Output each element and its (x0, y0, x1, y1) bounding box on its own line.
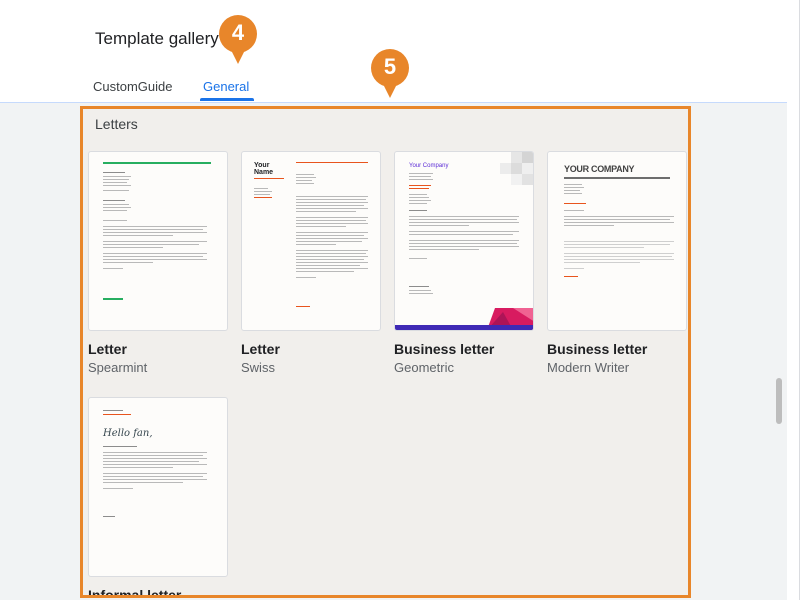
step-callout-5: 5 (369, 48, 411, 100)
template-card-geometric[interactable]: Your Company Business letter Geometric (394, 151, 534, 375)
tab-customguide[interactable]: CustomGuide (93, 72, 172, 102)
template-card-modern-writer[interactable]: YOUR COMPANY Business letter Modern Writ… (547, 151, 687, 375)
template-card-informal-letter[interactable]: Hello fan, Informal letter (88, 397, 228, 598)
geometric-footer-band (395, 308, 533, 330)
template-name: Informal letter (88, 587, 182, 598)
thumb-geometric-company: Your Company (409, 163, 449, 169)
template-thumbnail[interactable]: Your Name (241, 151, 381, 331)
thumb-modern-company: YOUR COMPANY (564, 164, 635, 174)
scrollbar-thumb[interactable] (776, 378, 782, 424)
template-thumbnail[interactable]: YOUR COMPANY (547, 151, 687, 331)
template-name: Letter (88, 341, 127, 357)
template-subtitle: Geometric (394, 360, 454, 375)
template-subtitle: Spearmint (88, 360, 148, 375)
template-thumbnail[interactable]: Hello fan, (88, 397, 228, 577)
template-thumbnail[interactable]: Your Company (394, 151, 534, 331)
active-tab-indicator (200, 98, 254, 101)
template-name: Business letter (547, 341, 648, 357)
template-name: Business letter (394, 341, 495, 357)
template-subtitle: Swiss (241, 360, 275, 375)
template-thumbnail[interactable] (88, 151, 228, 331)
page-title: Template gallery (95, 29, 219, 48)
template-name: Letter (241, 341, 280, 357)
geometric-pattern-icon (500, 152, 533, 185)
thumb-swiss-name: Your Name (254, 162, 274, 176)
step-callout-4: 4 (217, 14, 259, 66)
template-subtitle: Modern Writer (547, 360, 630, 375)
template-gallery-window: Template gallery 4 5 CustomGuide General… (0, 0, 800, 600)
section-label-letters: Letters (95, 116, 138, 132)
template-card-spearmint[interactable]: Letter Spearmint (88, 151, 228, 375)
letters-section-highlight: Letters Letter Spearmint Your Name Lette… (80, 106, 691, 598)
thumb-informal-heading: Hello fan, (103, 428, 153, 439)
template-card-swiss[interactable]: Your Name Letter Swiss (241, 151, 381, 375)
